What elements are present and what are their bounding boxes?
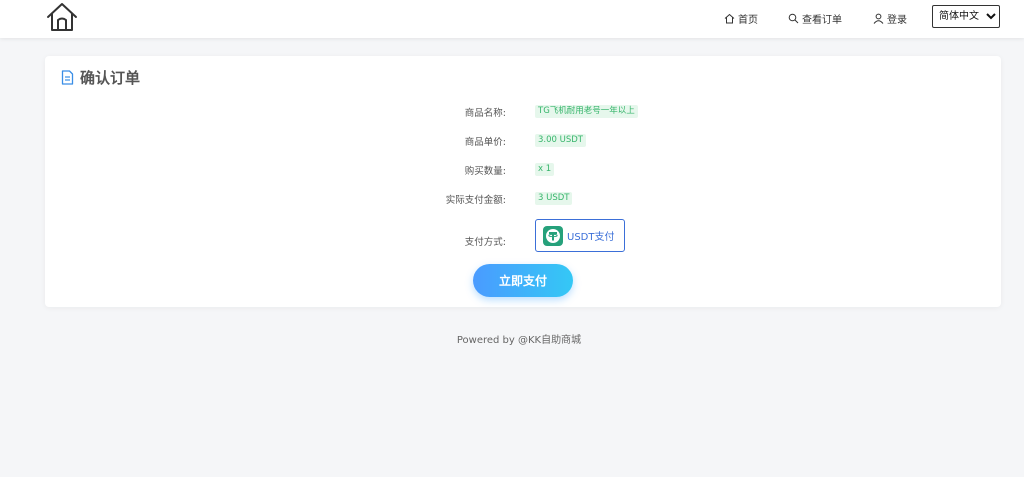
quantity-value: x 1 [535, 163, 555, 176]
top-header: 首页 查看订单 登录 简体中文 [0, 0, 1024, 38]
product-name-value: TG飞机耐用老号一年以上 [535, 105, 638, 118]
footer-credit: Powered by @KK自助商城 [456, 335, 582, 346]
home-icon [724, 13, 735, 23]
nav-login-label: 登录 [887, 14, 907, 26]
usdt-payment-option[interactable]: USDT支付 [535, 219, 625, 252]
document-icon [61, 70, 74, 85]
nav-orders-label: 查看订单 [802, 14, 842, 26]
tether-icon [543, 225, 563, 246]
search-icon [788, 13, 799, 23]
product-name-label: 商品名称: [464, 108, 506, 119]
pay-now-button[interactable]: 立即支付 [473, 264, 573, 297]
quantity-label: 购买数量: [464, 166, 506, 177]
total-amount-value: 3 USDT [535, 192, 573, 205]
card-header: 确认订单 [61, 67, 140, 88]
nav-home[interactable]: 首页 [724, 10, 758, 26]
nav-orders[interactable]: 查看订单 [788, 10, 842, 26]
home-logo-icon[interactable] [45, 0, 79, 34]
payment-method-label: 支付方式: [464, 237, 506, 248]
nav-login[interactable]: 登录 [873, 10, 907, 26]
unit-price-value: 3.00 USDT [535, 134, 586, 147]
order-confirm-card: 确认订单 商品名称: TG飞机耐用老号一年以上 商品单价: 3.00 USDT … [45, 56, 1001, 307]
nav-home-label: 首页 [738, 14, 758, 26]
user-icon [873, 13, 884, 24]
page-title: 确认订单 [80, 69, 141, 87]
usdt-payment-label: USDT支付 [567, 232, 615, 243]
unit-price-label: 商品单价: [464, 137, 506, 148]
language-select[interactable]: 简体中文 [932, 5, 1000, 28]
total-amount-label: 实际支付金额: [445, 195, 506, 206]
